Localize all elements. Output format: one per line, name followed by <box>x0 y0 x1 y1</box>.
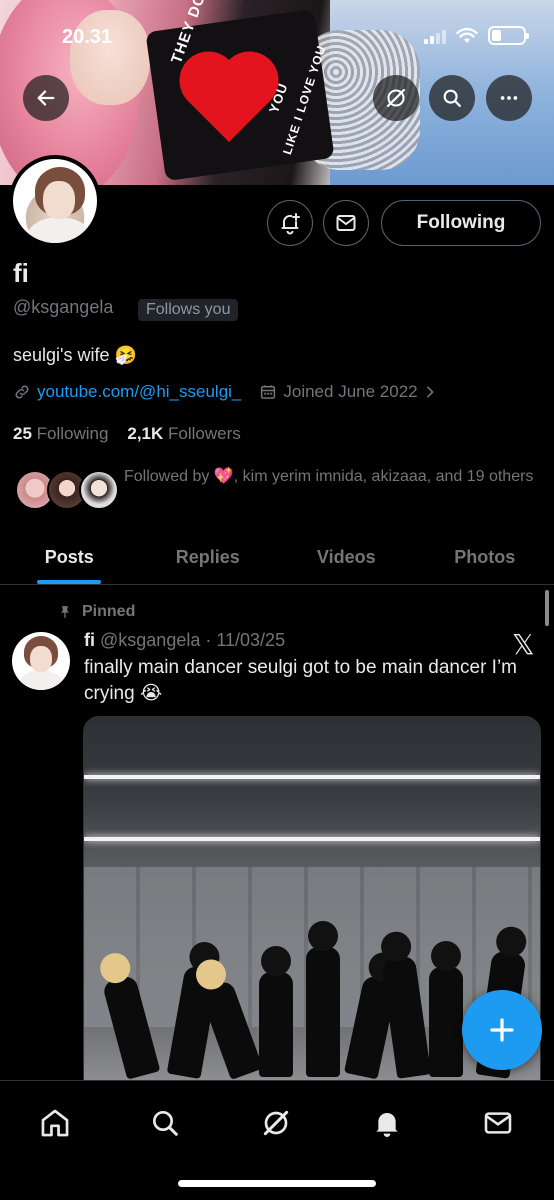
followers-count: 2,1K <box>127 424 164 443</box>
pinned-indicator: Pinned <box>58 603 135 621</box>
compose-button[interactable] <box>462 990 542 1070</box>
search-icon <box>443 89 461 107</box>
following-count: 25 <box>13 424 32 443</box>
profile-bio: seulgi's wife 🤧 <box>13 345 137 365</box>
plus-icon <box>490 1018 514 1042</box>
followers-label: Followers <box>168 424 241 443</box>
post-author-name[interactable]: fi <box>84 630 95 650</box>
bell-icon <box>376 1113 398 1137</box>
nav-grok[interactable] <box>254 1101 298 1145</box>
home-icon <box>41 1109 69 1137</box>
profile-avatar[interactable] <box>9 155 101 247</box>
nav-search[interactable] <box>143 1101 187 1145</box>
more-button[interactable] <box>486 75 532 121</box>
back-button[interactable] <box>23 75 69 121</box>
notifications-button[interactable] <box>267 200 313 246</box>
search-icon <box>153 1111 178 1136</box>
tab-posts[interactable]: Posts <box>0 530 139 584</box>
profile-link[interactable]: youtube.com/@hi_sseulgi_ <box>37 382 241 402</box>
followers-count-link[interactable]: 2,1K Followers <box>127 424 240 443</box>
profile-name: fi <box>13 258 29 288</box>
tab-videos[interactable]: Videos <box>277 530 416 584</box>
arrow-left-icon <box>37 90 55 106</box>
post-handle-date[interactable]: @ksgangela · 11/03/25 <box>100 630 285 650</box>
status-icons <box>424 26 529 45</box>
follow-counts: 25 Following 2,1K Followers <box>13 424 241 444</box>
envelope-icon <box>336 215 356 231</box>
battery-icon <box>488 26 529 45</box>
chevron-right-icon <box>426 386 434 398</box>
signal-icon <box>424 28 446 44</box>
wifi-icon <box>456 27 478 43</box>
pinned-label: Pinned <box>82 603 136 620</box>
nav-home[interactable] <box>33 1101 77 1145</box>
bell-plus-icon <box>281 213 300 235</box>
grok-button[interactable] <box>373 75 419 121</box>
followed-by-avatars[interactable] <box>15 470 119 514</box>
scrollbar[interactable] <box>545 590 549 626</box>
profile-meta: youtube.com/@hi_sseulgi_ Joined June 202… <box>13 382 438 402</box>
profile-handle: @ksgangela <box>13 297 114 317</box>
post-avatar[interactable] <box>12 632 70 690</box>
home-indicator[interactable] <box>178 1180 376 1187</box>
nav-notifications[interactable] <box>365 1101 409 1145</box>
nav-messages[interactable] <box>476 1101 520 1145</box>
avatar <box>79 470 119 510</box>
following-label: Following <box>36 424 109 443</box>
tab-replies[interactable]: Replies <box>139 530 278 584</box>
link-icon <box>15 385 29 399</box>
follows-you-badge: Follows you <box>138 299 239 321</box>
profile-tabs: Posts Replies Videos Photos <box>0 530 554 585</box>
search-button[interactable] <box>429 75 475 121</box>
following-button[interactable]: Following <box>381 200 541 246</box>
post-text: finally main dancer seulgi got to be mai… <box>84 657 518 704</box>
following-count-link[interactable]: 25 Following <box>13 424 108 443</box>
more-icon <box>500 96 518 100</box>
tab-photos[interactable]: Photos <box>416 530 554 584</box>
joined-date[interactable]: Joined June 2022 <box>283 382 417 402</box>
message-button[interactable] <box>323 200 369 246</box>
grok-icon <box>386 88 406 108</box>
followed-by-text[interactable]: Followed by 💖, kim yerim imnida, akizaaa… <box>124 464 534 489</box>
post-header: fi @ksgangela · 11/03/25 <box>84 630 285 651</box>
status-time: 20.31 <box>62 26 113 48</box>
envelope-icon <box>484 1112 512 1134</box>
grok-icon <box>263 1110 289 1136</box>
pin-icon <box>60 606 70 618</box>
calendar-icon <box>261 385 276 399</box>
